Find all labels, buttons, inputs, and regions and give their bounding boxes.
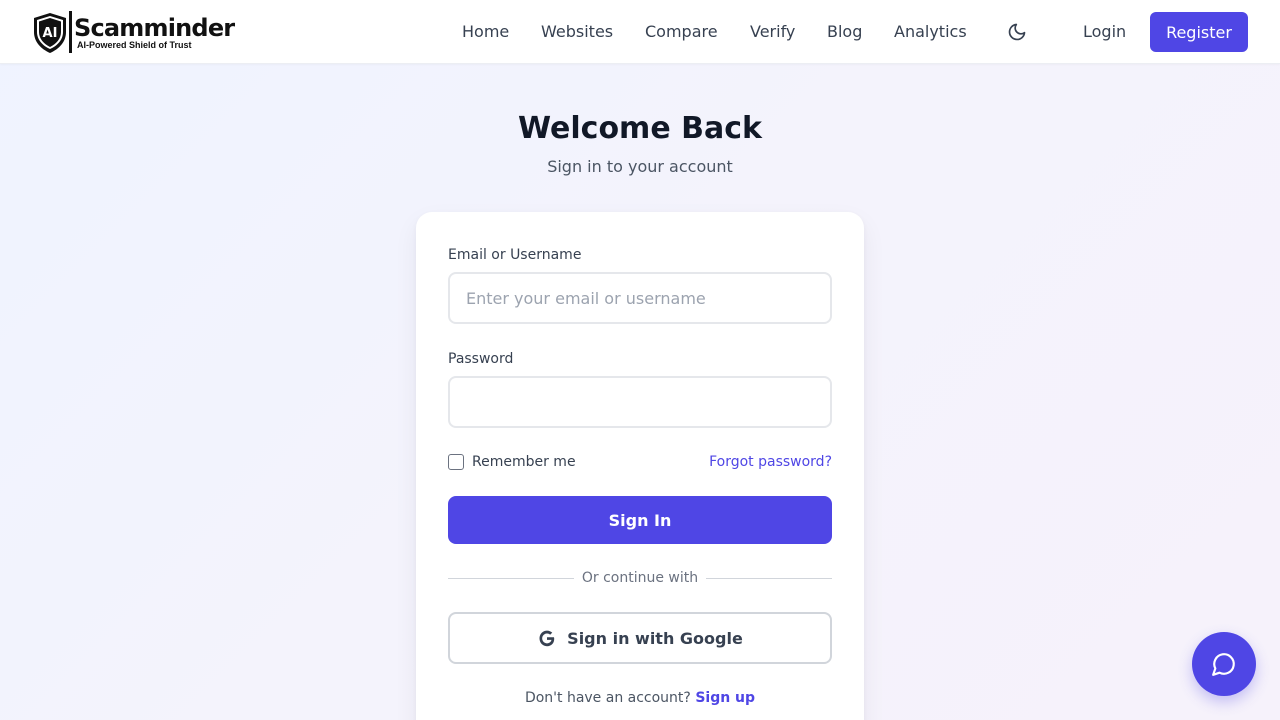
theme-toggle-button[interactable] [1004, 19, 1030, 45]
divider-text: Or continue with [573, 570, 707, 586]
divider-row: Or continue with [448, 569, 832, 587]
register-button[interactable]: Register [1150, 12, 1248, 52]
shield-text: AI [43, 26, 58, 41]
password-label: Password [448, 351, 514, 367]
nav-blog[interactable]: Blog [827, 21, 862, 43]
signup-prompt: Don't have an account? [524, 690, 691, 706]
sign-up-link[interactable]: Sign up [695, 690, 755, 706]
top-navbar: AI Scamminder AI-Powered Shield of Trust… [0, 0, 1280, 64]
remember-me-label[interactable]: Remember me [472, 453, 576, 471]
sign-in-button[interactable]: Sign In [448, 496, 832, 544]
nav-home[interactable]: Home [462, 21, 509, 43]
brand-tagline: AI-Powered Shield of Trust [77, 40, 192, 50]
nav-compare[interactable]: Compare [645, 21, 718, 43]
login-card: Email or Username Password Remember me F… [416, 212, 864, 720]
nav-websites[interactable]: Websites [541, 21, 613, 43]
chat-bubble-icon [1212, 653, 1235, 676]
forgot-password-link[interactable]: Forgot password? [709, 453, 832, 471]
chat-button[interactable] [1192, 632, 1256, 696]
logo-divider [69, 11, 72, 53]
nav-analytics[interactable]: Analytics [894, 21, 967, 43]
signup-row: Don't have an account? Sign up [416, 689, 864, 707]
brand-name: Scamminder [74, 14, 235, 42]
moon-icon [1008, 23, 1026, 41]
password-input[interactable] [448, 376, 832, 428]
google-sign-in-label: Sign in with Google [567, 628, 743, 648]
brand-logo[interactable]: AI Scamminder AI-Powered Shield of Trust [32, 10, 235, 54]
nav-verify[interactable]: Verify [750, 21, 795, 43]
page-title: Welcome Back [518, 111, 762, 146]
remember-me-checkbox[interactable] [448, 454, 464, 470]
google-sign-in-button[interactable]: Sign in with Google [448, 612, 832, 664]
email-input[interactable] [448, 272, 832, 324]
page-subtitle: Sign in to your account [547, 157, 733, 176]
email-label: Email or Username [448, 247, 582, 263]
login-link[interactable]: Login [1083, 21, 1126, 43]
google-icon [539, 630, 555, 647]
shield-logo-icon: AI [34, 13, 66, 53]
